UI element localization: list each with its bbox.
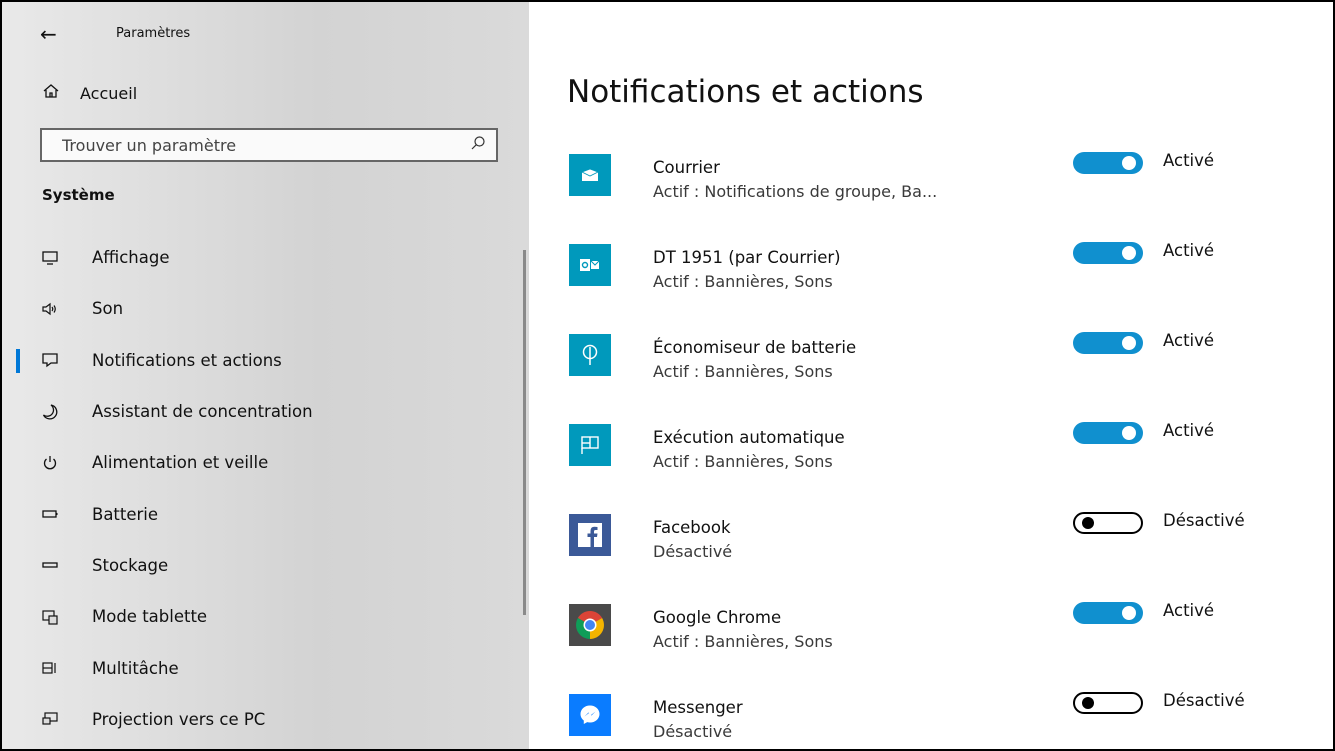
sidebar-scrollbar[interactable]	[523, 250, 526, 615]
app-row-execution: Exécution automatique Actif : Bannières,…	[569, 421, 1329, 494]
sidebar-item-alimentation[interactable]: Alimentation et veille	[2, 437, 529, 488]
sidebar-item-stockage[interactable]: Stockage	[2, 540, 529, 591]
app-row-facebook: Facebook Désactivé Désactivé	[569, 511, 1329, 584]
sidebar-item-label: Projection vers ce PC	[92, 709, 266, 729]
search-box[interactable]	[40, 128, 498, 162]
sidebar-item-label: Son	[92, 299, 124, 319]
toggle-knob	[1122, 336, 1136, 350]
notification-toggle[interactable]	[1073, 242, 1143, 264]
toggle-state-label: Activé	[1163, 151, 1215, 170]
search-input[interactable]	[62, 135, 442, 155]
search-icon[interactable]	[470, 135, 486, 155]
leaf-icon	[569, 334, 611, 376]
mail-icon	[569, 154, 611, 196]
sidebar-item-affichage[interactable]: Affichage	[2, 232, 529, 283]
sidebar-item-label: Affichage	[92, 248, 170, 268]
sidebar-item-label: Mode tablette	[92, 607, 208, 627]
notification-toggle[interactable]	[1073, 422, 1143, 444]
settings-window: ← Paramètres Accueil Système Affichage S…	[0, 0, 1335, 751]
app-title: Paramètres	[116, 26, 191, 41]
app-name: Courrier	[653, 158, 720, 177]
sidebar-item-batterie[interactable]: Batterie	[2, 488, 529, 539]
active-indicator	[16, 348, 20, 373]
toggle-knob	[1122, 426, 1136, 440]
app-status: Actif : Notifications de groupe, Ba...	[653, 182, 938, 201]
home-link[interactable]: Accueil	[42, 82, 137, 104]
sidebar-item-label: Batterie	[92, 504, 159, 524]
sidebar-item-notifications[interactable]: Notifications et actions	[2, 335, 529, 386]
app-name: Google Chrome	[653, 608, 782, 627]
sidebar-item-label: Notifications et actions	[92, 350, 282, 370]
toggle-knob	[1082, 517, 1094, 529]
sidebar-item-label: Alimentation et veille	[92, 453, 269, 473]
sidebar-item-tablette[interactable]: Mode tablette	[2, 591, 529, 642]
autoplay-icon	[569, 424, 611, 466]
app-status: Actif : Bannières, Sons	[653, 632, 833, 651]
sidebar-item-son[interactable]: Son	[2, 283, 529, 334]
display-icon	[40, 248, 60, 268]
sidebar-nav: Affichage Son Notifications et actions A…	[2, 232, 529, 745]
toggle-state-label: Activé	[1163, 241, 1215, 260]
moon-icon	[40, 402, 60, 422]
storage-icon	[40, 555, 60, 575]
chrome-icon	[569, 604, 611, 646]
toggle-knob	[1122, 606, 1136, 620]
toggle-state-label: Activé	[1163, 601, 1215, 620]
sidebar-item-concentration[interactable]: Assistant de concentration	[2, 386, 529, 437]
app-status: Désactivé	[653, 542, 733, 561]
app-name: DT 1951 (par Courrier)	[653, 248, 841, 267]
app-row-courrier: Courrier Actif : Notifications de groupe…	[569, 151, 1329, 224]
notification-icon	[40, 350, 60, 370]
speaker-icon	[40, 299, 60, 319]
messenger-icon	[569, 694, 611, 736]
app-row-chrome: Google Chrome Actif : Bannières, Sons Ac…	[569, 601, 1329, 674]
app-status: Désactivé	[653, 722, 733, 741]
page-title: Notifications et actions	[567, 74, 924, 110]
sidebar-item-label: Stockage	[92, 555, 169, 575]
toggle-knob	[1122, 246, 1136, 260]
main-panel: Notifications et actions Courrier Actif …	[529, 2, 1333, 749]
home-icon	[42, 82, 60, 104]
toggle-state-label: Activé	[1163, 421, 1215, 440]
notification-toggle[interactable]	[1073, 692, 1143, 714]
app-row-dt1951: DT 1951 (par Courrier) Actif : Bannières…	[569, 241, 1329, 314]
sidebar-item-label: Multitâche	[92, 658, 179, 678]
app-status: Actif : Bannières, Sons	[653, 452, 833, 471]
toggle-state-label: Désactivé	[1163, 691, 1245, 710]
power-icon	[40, 453, 60, 473]
toggle-knob	[1082, 697, 1094, 709]
app-name: Messenger	[653, 698, 743, 717]
app-row-messenger: Messenger Désactivé Désactivé	[569, 691, 1329, 749]
projection-icon	[40, 709, 60, 729]
notification-toggle[interactable]	[1073, 512, 1143, 534]
app-status: Actif : Bannières, Sons	[653, 362, 833, 381]
multitask-icon	[40, 658, 60, 678]
sidebar-item-multitache[interactable]: Multitâche	[2, 642, 529, 693]
notification-toggle[interactable]	[1073, 332, 1143, 354]
battery-icon	[40, 504, 60, 524]
app-name: Exécution automatique	[653, 428, 845, 447]
toggle-knob	[1122, 156, 1136, 170]
app-status: Actif : Bannières, Sons	[653, 272, 833, 291]
facebook-icon	[569, 514, 611, 556]
outlook-icon	[569, 244, 611, 286]
home-label: Accueil	[80, 83, 138, 103]
app-name: Facebook	[653, 518, 731, 537]
tablet-mode-icon	[40, 607, 60, 627]
back-arrow-icon[interactable]: ←	[40, 22, 57, 46]
app-name: Économiseur de batterie	[653, 338, 857, 357]
sidebar-item-label: Assistant de concentration	[92, 402, 313, 422]
sidebar-item-projection[interactable]: Projection vers ce PC	[2, 694, 529, 745]
notification-toggle[interactable]	[1073, 602, 1143, 624]
sidebar: ← Paramètres Accueil Système Affichage S…	[2, 2, 529, 749]
app-row-economiseur: Économiseur de batterie Actif : Bannière…	[569, 331, 1329, 404]
section-title: Système	[42, 186, 115, 204]
notification-toggle[interactable]	[1073, 152, 1143, 174]
toggle-state-label: Désactivé	[1163, 511, 1245, 530]
toggle-state-label: Activé	[1163, 331, 1215, 350]
